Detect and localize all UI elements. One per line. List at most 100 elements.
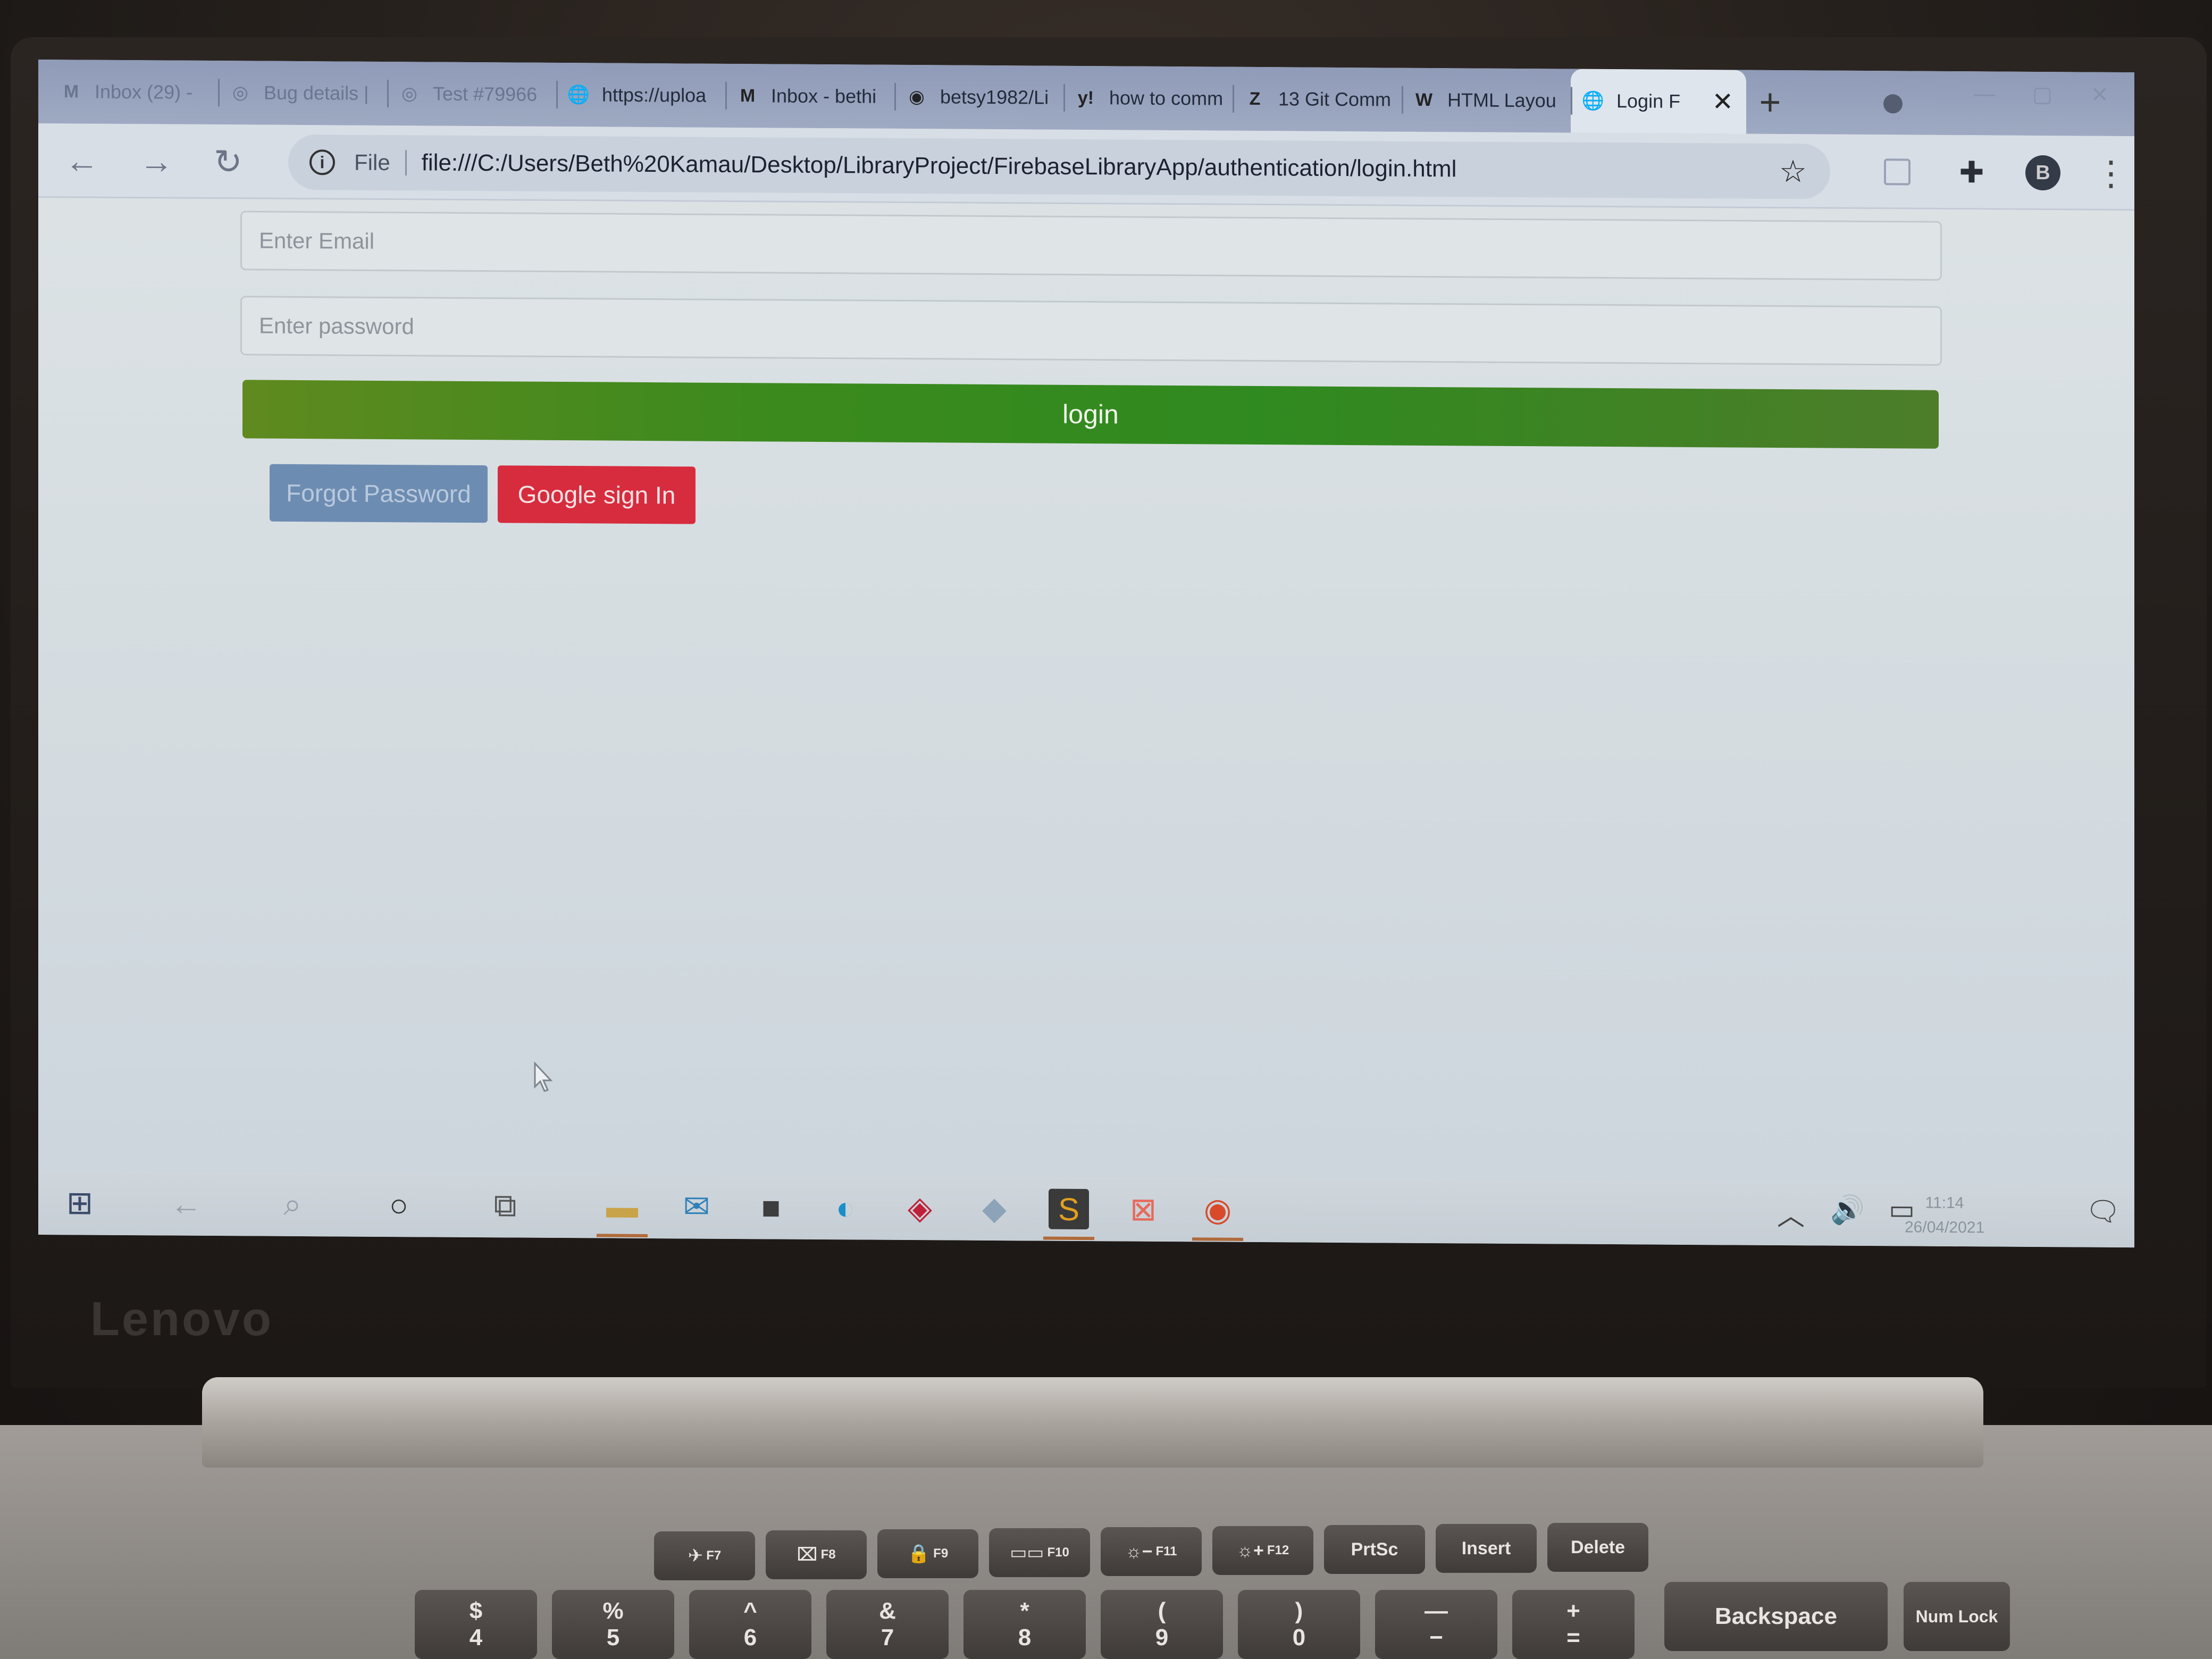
tab-title: Test #79966 bbox=[433, 82, 538, 105]
key-label: 7 bbox=[881, 1624, 894, 1650]
tab-active[interactable]: 🌐 Login F ✕ bbox=[1571, 69, 1746, 134]
key-shift-label: & bbox=[879, 1598, 896, 1624]
browser-tab[interactable]: ◎ Test #79966 bbox=[387, 62, 556, 127]
tab-favicon-icon: 🌐 bbox=[1581, 90, 1605, 111]
password-input[interactable]: Enter password bbox=[240, 296, 1942, 366]
mail-icon[interactable]: ✉ bbox=[676, 1186, 717, 1227]
key-label: 5 bbox=[606, 1624, 620, 1650]
maximize-icon[interactable]: ▢ bbox=[2032, 82, 2052, 107]
google-sign-in-button[interactable]: Google sign In bbox=[498, 465, 696, 524]
address-bar[interactable]: i File file:///C:/Users/Beth%20Kamau/Des… bbox=[288, 134, 1830, 199]
browser-tab[interactable]: ◉ betsy1982/Li bbox=[894, 65, 1063, 130]
mcafee-icon[interactable]: ◈ bbox=[900, 1188, 940, 1228]
keyboard-key: — − bbox=[1375, 1590, 1497, 1659]
cortana-icon[interactable]: ○ bbox=[379, 1185, 419, 1225]
tab-title: Inbox (29) - bbox=[95, 80, 193, 103]
browser-tab[interactable]: M Inbox - bethi bbox=[725, 64, 894, 129]
num-lock-key: Num Lock bbox=[1904, 1582, 2010, 1651]
keyboard-key: ☼− F11 bbox=[1101, 1527, 1202, 1576]
email-input[interactable]: Enter Email bbox=[240, 211, 1942, 281]
browser-menu-icon[interactable]: ⋮ bbox=[2092, 154, 2130, 192]
bookmark-star-icon[interactable]: ☆ bbox=[1779, 153, 1807, 189]
address-scheme-label: File bbox=[354, 149, 407, 176]
browser-tab-strip: M Inbox (29) - ◎ Bug details | ◎ Test #79966 🌐… bbox=[38, 60, 2134, 137]
browser-tab[interactable]: Z 13 Git Comm bbox=[1233, 67, 1402, 132]
lenovo-logo: Lenovo bbox=[90, 1293, 274, 1346]
tab-title: https://uploa bbox=[602, 83, 707, 106]
extension-box-icon[interactable] bbox=[1878, 153, 1916, 191]
keyboard-key: + = bbox=[1512, 1590, 1635, 1659]
forgot-password-button[interactable]: Forgot Password bbox=[270, 464, 488, 523]
minimize-icon[interactable]: — bbox=[1974, 82, 1995, 106]
browser-toolbar: ← → ↻ i File file:///C:/Users/Beth%20Kam… bbox=[38, 123, 2134, 211]
backspace-key: Backspace bbox=[1664, 1582, 1888, 1651]
key-label: ▭▭ bbox=[1010, 1543, 1044, 1563]
sublime-text-icon[interactable]: S bbox=[1049, 1188, 1089, 1230]
tray-chevron-up-icon[interactable]: ︿ bbox=[1777, 1193, 1805, 1233]
site-info-icon[interactable]: i bbox=[309, 149, 335, 175]
chrome-icon[interactable]: ◉ bbox=[1197, 1189, 1238, 1230]
keyboard-key: PrtSc bbox=[1324, 1525, 1425, 1574]
reload-icon[interactable]: ↻ bbox=[214, 143, 242, 181]
laptop-photo: Lenovo M Inbox (29) - ◎ Bug details | ◎ Test … bbox=[0, 0, 2212, 1659]
tab-favicon-icon: M bbox=[63, 81, 79, 102]
keyboard-key: ⌧ F8 bbox=[766, 1530, 867, 1579]
keyboard-key: (9 bbox=[1101, 1590, 1223, 1659]
vs-code-icon[interactable]: ◆ bbox=[974, 1188, 1015, 1229]
tab-close-icon[interactable]: ✕ bbox=[1712, 87, 1733, 116]
login-button[interactable]: login bbox=[242, 380, 1939, 449]
address-url[interactable]: file:///C:/Users/Beth%20Kamau/Desktop/Li… bbox=[422, 149, 1457, 182]
tab-title: betsy1982/Li bbox=[940, 86, 1049, 108]
file-explorer-icon[interactable]: ▬ bbox=[602, 1186, 642, 1226]
key-label: PrtSc bbox=[1351, 1539, 1398, 1560]
tab-favicon-icon: M bbox=[740, 85, 756, 106]
task-view-icon[interactable]: ⧉ bbox=[485, 1185, 525, 1226]
key-fn-label: F12 bbox=[1267, 1543, 1289, 1557]
login-page: Enter Email Enter password login Forgot … bbox=[38, 198, 2134, 1184]
key-shift-label: ( bbox=[1158, 1598, 1166, 1624]
browser-tab[interactable]: ◎ Bug details | bbox=[218, 61, 387, 125]
xampp-icon[interactable]: ⊠ bbox=[1123, 1189, 1163, 1229]
browser-tab[interactable]: W HTML Layou bbox=[1402, 68, 1571, 133]
key-label: 8 bbox=[1018, 1624, 1032, 1650]
key-shift-label: % bbox=[602, 1598, 624, 1624]
tab-title: Login F bbox=[1616, 90, 1681, 112]
laptop-screen: M Inbox (29) - ◎ Bug details | ◎ Test #79966 🌐… bbox=[38, 60, 2134, 1248]
browser-tab[interactable]: y! how to comm bbox=[1063, 66, 1233, 131]
keyboard-key: Insert bbox=[1436, 1524, 1537, 1573]
tab-favicon-icon: W bbox=[1415, 89, 1433, 110]
search-icon[interactable]: ⌕ bbox=[272, 1184, 313, 1225]
keyboard-key: ^ 6 bbox=[689, 1590, 811, 1659]
browser-tab[interactable]: M Inbox (29) - bbox=[49, 60, 218, 124]
new-tab-button[interactable]: + bbox=[1746, 70, 1794, 135]
tab-search-icon[interactable] bbox=[1883, 94, 1903, 114]
edge-icon[interactable]: ◐ bbox=[825, 1187, 866, 1228]
tab-title: Bug details | bbox=[264, 81, 369, 104]
key-label: 🔒 bbox=[907, 1544, 931, 1564]
tab-favicon-icon: ◎ bbox=[401, 83, 417, 104]
browser-tab[interactable]: 🌐 https://uploa bbox=[556, 63, 725, 128]
store-icon[interactable]: ■ bbox=[751, 1187, 791, 1227]
key-label: 9 bbox=[1155, 1624, 1169, 1650]
taskbar-back-icon[interactable]: ← bbox=[166, 1183, 206, 1224]
keyboard-key: ✈ F7 bbox=[654, 1531, 755, 1580]
profile-avatar[interactable]: B bbox=[2024, 154, 2062, 192]
start-icon[interactable]: ⊞ bbox=[60, 1183, 100, 1223]
key-label: ⌧ bbox=[797, 1545, 818, 1565]
key-shift-label: * bbox=[1020, 1598, 1029, 1624]
keyboard-key: * 8 bbox=[963, 1590, 1086, 1659]
key-label: ☼+ bbox=[1236, 1540, 1264, 1561]
notifications-icon[interactable]: 🗨 bbox=[2085, 1195, 2121, 1228]
key-shift-label: $ bbox=[469, 1598, 483, 1624]
keyboard-key: & 7 bbox=[826, 1590, 949, 1659]
mouse-cursor-icon bbox=[534, 1061, 553, 1092]
key-fn-label: F10 bbox=[1047, 1545, 1069, 1560]
extensions-puzzle-icon[interactable]: ✚ bbox=[1953, 153, 1991, 191]
forward-icon[interactable]: → bbox=[139, 142, 173, 180]
taskbar-clock[interactable]: 11:14 26/04/2021 bbox=[1905, 1191, 1984, 1240]
window-close-icon[interactable]: ✕ bbox=[2091, 83, 2109, 107]
laptop-hinge bbox=[202, 1377, 1983, 1468]
volume-icon[interactable]: 🔊 bbox=[1830, 1194, 1865, 1226]
keyboard-key: Delete bbox=[1547, 1523, 1648, 1572]
back-icon[interactable]: ← bbox=[65, 141, 99, 180]
